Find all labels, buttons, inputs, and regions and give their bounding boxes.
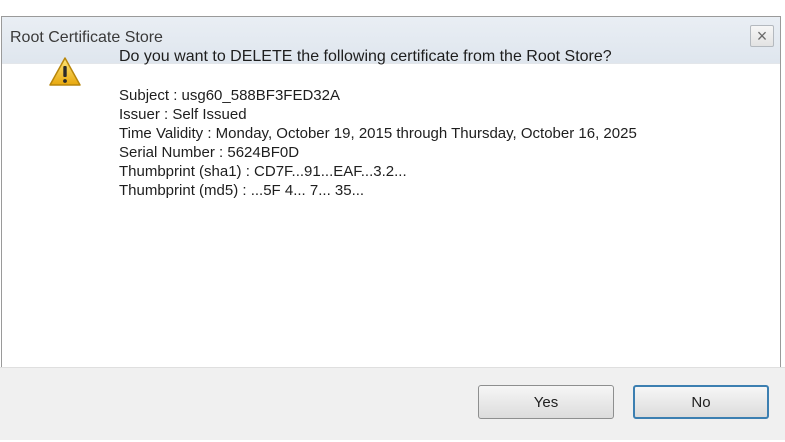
warning-icon	[49, 57, 81, 86]
close-icon: ×	[756, 26, 768, 46]
thumbprint-md5-line: Thumbprint (md5) : ...5F 4... 7... 35...	[119, 182, 365, 199]
subject-line: Subject : usg60_588BF3FED32A	[119, 87, 340, 104]
serial-number-line: Serial Number : 5624BF0D	[119, 144, 300, 161]
thumbprint-sha1-line: Thumbprint (sha1) : CD7F...91...EAF...3.…	[119, 163, 407, 180]
delete-confirmation-question: Do you want to DELETE the following cert…	[119, 48, 612, 65]
window-title: Root Certificate Store	[10, 29, 163, 46]
time-validity-line: Time Validity : Monday, October 19, 2015…	[119, 125, 637, 142]
issuer-line: Issuer : Self Issued	[119, 106, 247, 123]
yes-button[interactable]: Yes	[478, 385, 614, 419]
certificate-details: Subject : usg60_588BF3FED32A Issuer : Se…	[119, 86, 719, 200]
no-button[interactable]: No	[633, 385, 769, 419]
close-button[interactable]: ×	[750, 25, 774, 47]
